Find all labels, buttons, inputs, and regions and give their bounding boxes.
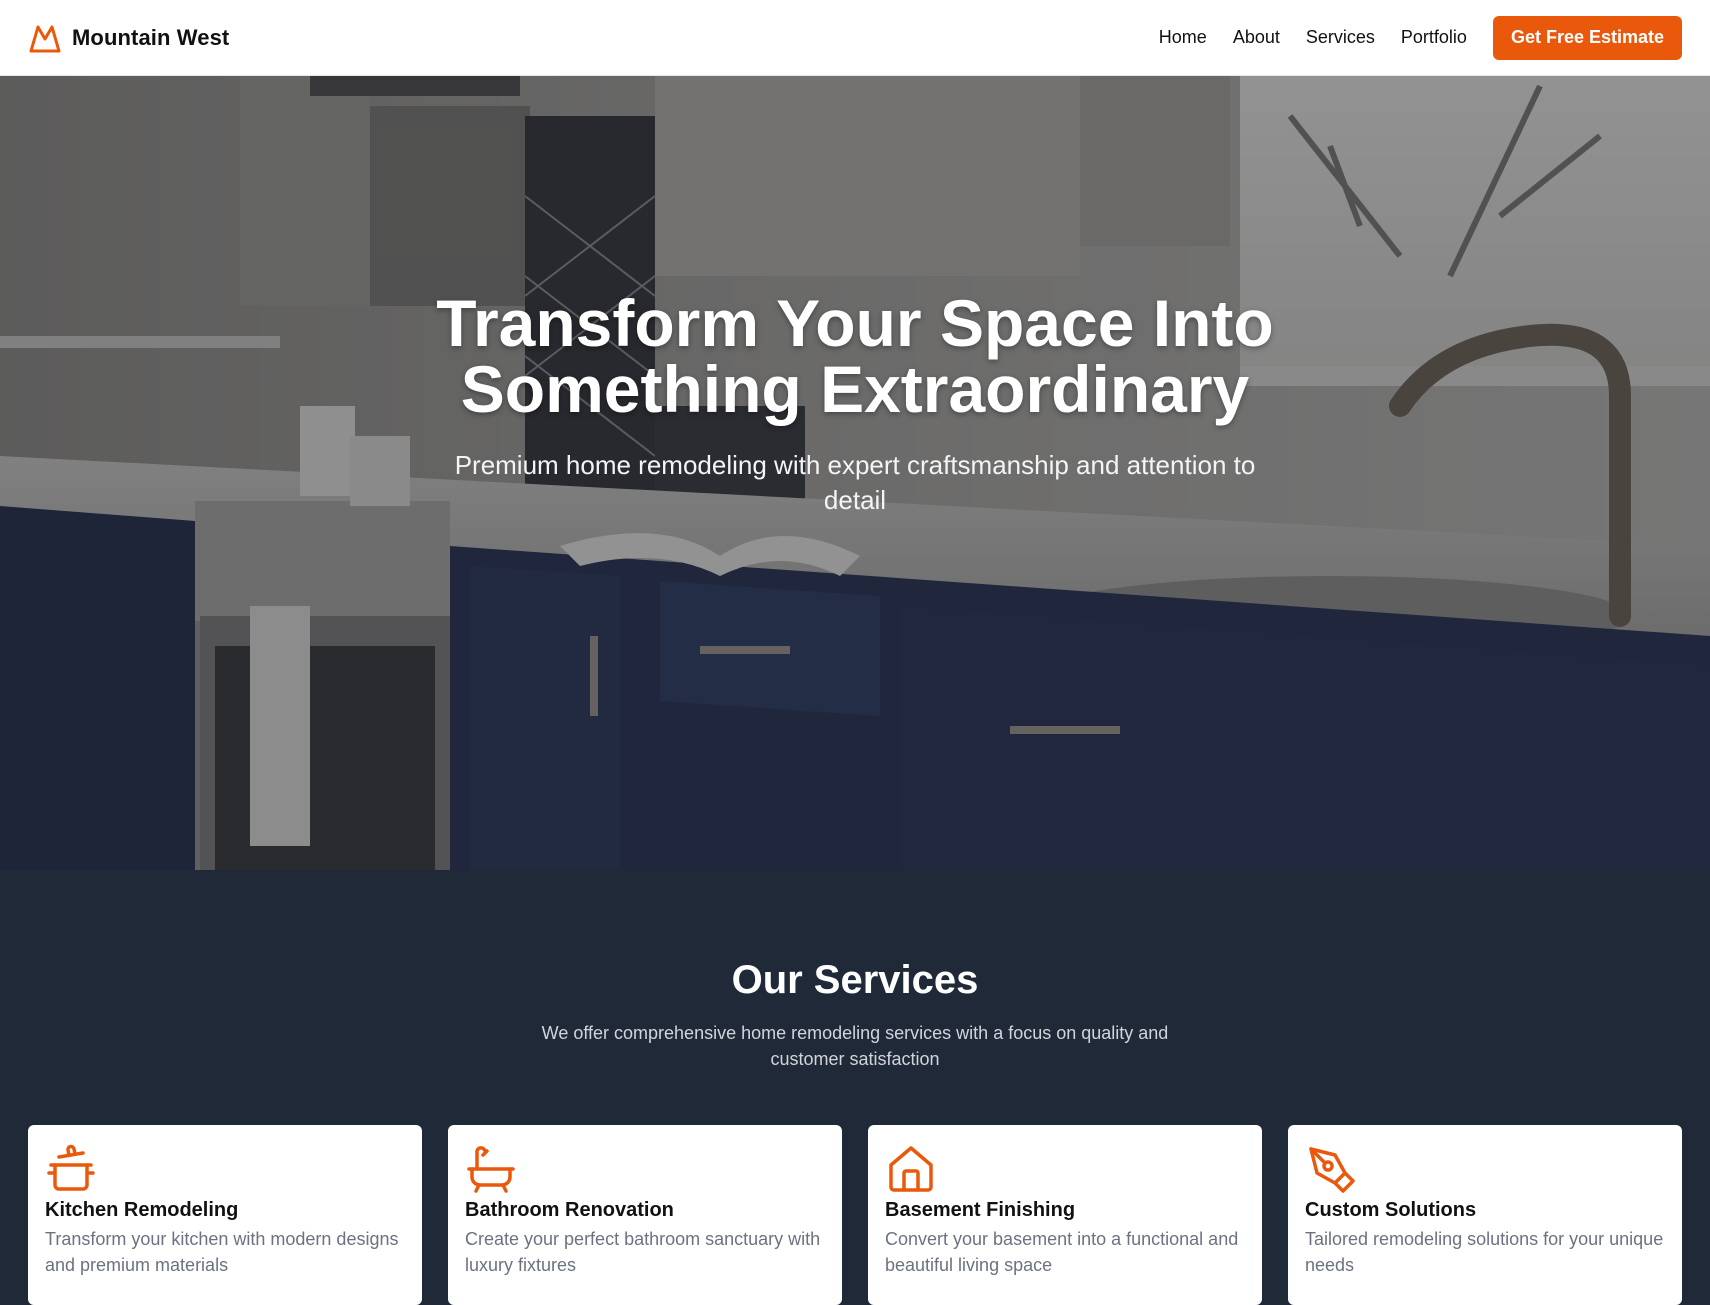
site-header: Mountain West Home About Services Portfo… bbox=[0, 0, 1710, 76]
get-free-estimate-button[interactable]: Get Free Estimate bbox=[1492, 15, 1682, 60]
main-nav: Home About Services Portfolio Get Free E… bbox=[1159, 15, 1682, 60]
service-card-description: Tailored remodeling solutions for your u… bbox=[1305, 1229, 1664, 1275]
nav-about-link[interactable]: About bbox=[1233, 27, 1280, 48]
service-card-description: Create your perfect bathroom sanctuary w… bbox=[465, 1229, 821, 1275]
brand-name: Mountain West bbox=[72, 24, 230, 50]
hero-section: Transform Your Space Into Something Extr… bbox=[0, 76, 1710, 870]
nav-portfolio-link[interactable]: Portfolio bbox=[1401, 27, 1467, 48]
service-card-description: Convert your basement into a functional … bbox=[885, 1229, 1239, 1275]
service-card-kitchen[interactable]: Kitchen Remodeling Transform your kitche… bbox=[28, 1125, 422, 1305]
hero-title: Transform Your Space Into Something Extr… bbox=[436, 286, 1274, 426]
service-card-basement[interactable]: Basement Finishing Convert your basement… bbox=[868, 1125, 1262, 1305]
services-subtitle: We offer comprehensive home remodeling s… bbox=[541, 1023, 1169, 1069]
nav-services-link[interactable]: Services bbox=[1306, 27, 1375, 48]
hero-content: Transform Your Space Into Something Extr… bbox=[0, 290, 1710, 518]
services-cards: Kitchen Remodeling Transform your kitche… bbox=[28, 1125, 1682, 1305]
services-section: Our Services We offer comprehensive home… bbox=[0, 870, 1710, 1305]
service-card-description: Transform your kitchen with modern desig… bbox=[45, 1229, 399, 1275]
service-card-title: Basement Finishing bbox=[885, 1199, 1076, 1221]
bathtub-icon bbox=[467, 1146, 515, 1193]
services-title: Our Services bbox=[731, 958, 979, 1002]
brand[interactable]: Mountain West bbox=[28, 22, 229, 54]
service-card-title: Custom Solutions bbox=[1305, 1199, 1477, 1221]
service-card-bathroom[interactable]: Bathroom Renovation Create your perfect … bbox=[448, 1125, 842, 1305]
cooking-pot-icon bbox=[47, 1144, 95, 1191]
mountain-icon bbox=[29, 25, 61, 52]
hero-subtitle: Premium home remodeling with expert craf… bbox=[454, 450, 1256, 515]
service-card-title: Bathroom Renovation bbox=[465, 1199, 674, 1221]
house-icon bbox=[889, 1146, 933, 1192]
pen-tool-icon bbox=[1309, 1147, 1355, 1193]
service-card-title: Kitchen Remodeling bbox=[45, 1199, 239, 1221]
service-card-custom[interactable]: Custom Solutions Tailored remodeling sol… bbox=[1288, 1125, 1682, 1305]
nav-home-link[interactable]: Home bbox=[1159, 27, 1207, 48]
